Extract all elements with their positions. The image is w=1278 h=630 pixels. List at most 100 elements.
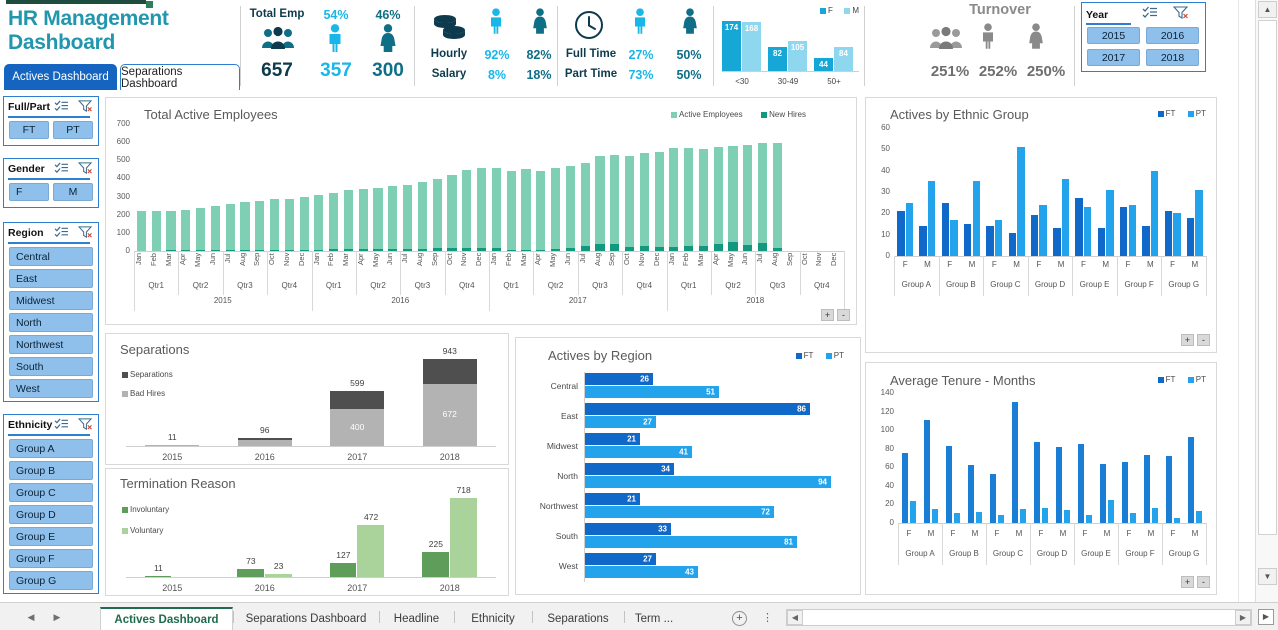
vertical-scroll-thumb[interactable] xyxy=(1258,20,1277,535)
scroll-right-end-button[interactable]: ▶ xyxy=(1258,609,1274,625)
chart6-zoom-in-button[interactable]: + xyxy=(1181,576,1194,588)
tab-actives-dashboard[interactable]: Actives Dashboard xyxy=(4,64,117,90)
slicer-region-item-west[interactable]: West xyxy=(9,379,93,398)
slicer-ethnicity-item-group-a[interactable]: Group A xyxy=(9,439,93,458)
chart1-qtick-11 xyxy=(622,251,624,295)
slicer-region[interactable]: Region Central East Midwest North Northwest S… xyxy=(3,222,99,402)
clear-filter-icon[interactable] xyxy=(78,418,93,430)
slicer-ethnicity[interactable]: Ethnicity Group A Group B Group C Group D Gr… xyxy=(3,414,99,594)
slicer-fullpart-item-pt[interactable]: PT xyxy=(53,121,93,139)
chart4-bar-voluntary-2016 xyxy=(264,574,292,577)
sheet-tab-divider-5 xyxy=(624,611,625,623)
scroll-left-icon[interactable]: ◀ xyxy=(787,610,803,625)
slicer-region-item-northwest[interactable]: Northwest xyxy=(9,335,93,354)
chart1-quarter-8: Qtr1 xyxy=(503,281,519,290)
slicer-year-item-2016[interactable]: 2016 xyxy=(1146,27,1199,44)
slicer-region-item-central[interactable]: Central xyxy=(9,247,93,266)
slicer-region-item-south[interactable]: South xyxy=(9,357,93,376)
chart2-zoom-in-button[interactable]: + xyxy=(1181,334,1194,346)
sheet-tab-ethnicity[interactable]: Ethnicity xyxy=(454,607,532,630)
chart1-month-27: Apr xyxy=(533,253,543,265)
tab-separations-dashboard[interactable]: Separations Dashboard xyxy=(120,64,240,90)
chart1-zoom-out-button[interactable]: - xyxy=(837,309,850,321)
age-bar-50+-F: 44 xyxy=(814,58,833,71)
multi-select-icon[interactable] xyxy=(54,226,69,238)
multi-select-icon[interactable] xyxy=(1142,6,1158,19)
chart1-bar-newhires-22 xyxy=(462,248,472,251)
chart5-category-south: South xyxy=(555,531,578,541)
chart1-bar-active-36 xyxy=(669,148,679,251)
chart1-month-30: Jul xyxy=(577,253,587,263)
sheet-tab-term[interactable]: Term ... xyxy=(624,607,684,630)
chart6-zoom-out-button[interactable]: - xyxy=(1197,576,1210,588)
panel-separations: Separations Separations Bad Hires 11 96 59… xyxy=(105,333,509,465)
chart5-category-north: North xyxy=(557,471,578,481)
chart2-axis xyxy=(894,256,1206,257)
kpi-turnover: Turnover 251% 252% 250% xyxy=(930,0,1071,90)
chart6-bar-PT-7 xyxy=(1063,510,1070,523)
chart6-bar-FT-10 xyxy=(1122,462,1129,523)
slicer-ethnicity-item-group-d[interactable]: Group D xyxy=(9,505,93,524)
age-bar-value: 105 xyxy=(790,43,805,52)
panel-termination-reason: Termination Reason Involuntary Voluntary… xyxy=(105,468,509,596)
sheet-tab-headline[interactable]: Headline xyxy=(379,607,454,630)
chart1-month-23: Dec xyxy=(474,253,484,267)
slicer-gender-item-m[interactable]: M xyxy=(53,183,93,201)
sheet-overflow-menu[interactable]: ⋮ xyxy=(762,611,773,624)
chart1-ytick-200: 200 xyxy=(116,209,130,219)
multi-select-icon[interactable] xyxy=(54,100,69,112)
add-sheet-button[interactable]: + xyxy=(732,611,747,626)
chart1-ytick-400: 400 xyxy=(116,173,130,183)
slicer-year-item-2017[interactable]: 2017 xyxy=(1087,49,1140,66)
chart6-end-tick xyxy=(1206,523,1207,565)
clear-filter-icon[interactable] xyxy=(78,226,93,238)
chart1-quarter-15: Qtr4 xyxy=(814,281,830,290)
chart1-bar-active-38 xyxy=(698,149,709,251)
chart6-group-group-c: Group C xyxy=(992,549,1024,558)
slicer-ethnicity-item-group-f[interactable]: Group F xyxy=(9,549,93,568)
chart1-bar-newhires-11 xyxy=(299,250,309,251)
multi-select-icon[interactable] xyxy=(54,418,69,430)
chart-title-average-tenure: Average Tenure - Months xyxy=(890,373,1036,388)
chart2-zoom-out-button[interactable]: - xyxy=(1197,334,1210,346)
chart2-tick-3 xyxy=(1027,256,1029,296)
sheet-tab-divider-2 xyxy=(379,611,380,623)
sheet-tab-separations-dashboard[interactable]: Separations Dashboard xyxy=(233,607,379,630)
scroll-up-button[interactable]: ▲ xyxy=(1258,1,1277,18)
chart1-bar-newhires-29 xyxy=(565,248,575,251)
horizontal-scrollbar[interactable]: ◀ ▶ xyxy=(786,609,1252,626)
age-bar-<30-M: 168 xyxy=(742,22,761,71)
nav-next-icon[interactable]: ▶ xyxy=(50,610,64,624)
clear-filter-icon[interactable] xyxy=(1173,6,1189,19)
multi-select-icon[interactable] xyxy=(54,162,69,174)
chart2-tick-0 xyxy=(894,256,895,296)
slicer-ethnicity-item-group-b[interactable]: Group B xyxy=(9,461,93,480)
chart1-zoom-in-button[interactable]: + xyxy=(821,309,834,321)
slicer-gender[interactable]: Gender F M xyxy=(3,158,99,208)
slicer-fullpart[interactable]: Full/Part FT PT xyxy=(3,96,99,146)
chart6-gender-2: F xyxy=(950,529,956,538)
slicer-fullpart-item-ft[interactable]: FT xyxy=(9,121,49,139)
slicer-ethnicity-item-group-c[interactable]: Group C xyxy=(9,483,93,502)
slicer-region-item-north[interactable]: North xyxy=(9,313,93,332)
slicer-region-item-east[interactable]: East xyxy=(9,269,93,288)
slicer-ethnicity-item-group-e[interactable]: Group E xyxy=(9,527,93,546)
slicer-year[interactable]: Year 2015 2016 2017 2018 xyxy=(1081,2,1206,72)
chart1-month-18: Jul xyxy=(400,253,410,263)
sheet-tab-actives-dashboard[interactable]: Actives Dashboard xyxy=(100,607,233,630)
sheet-tab-bar: ◀ ▶ Actives Dashboard Separations Dashboa… xyxy=(0,602,1278,630)
slicer-gender-item-f[interactable]: F xyxy=(9,183,49,201)
chart6-bar-FT-4 xyxy=(990,474,997,523)
slicer-region-item-midwest[interactable]: Midwest xyxy=(9,291,93,310)
slicer-ethnicity-item-group-g[interactable]: Group G xyxy=(9,571,93,590)
scroll-right-icon[interactable]: ▶ xyxy=(1235,610,1251,625)
slicer-year-item-2018[interactable]: 2018 xyxy=(1146,49,1199,66)
clear-filter-icon[interactable] xyxy=(78,162,93,174)
slicer-year-item-2015[interactable]: 2015 xyxy=(1087,27,1140,44)
nav-prev-icon[interactable]: ◀ xyxy=(24,610,38,624)
vertical-scrollbar[interactable]: ▲ ▼ xyxy=(1255,0,1278,602)
chart1-month-12: Jan xyxy=(311,253,321,266)
clear-filter-icon[interactable] xyxy=(78,100,93,112)
sheet-tab-separations[interactable]: Separations xyxy=(532,607,624,630)
scroll-down-button[interactable]: ▼ xyxy=(1258,568,1277,585)
